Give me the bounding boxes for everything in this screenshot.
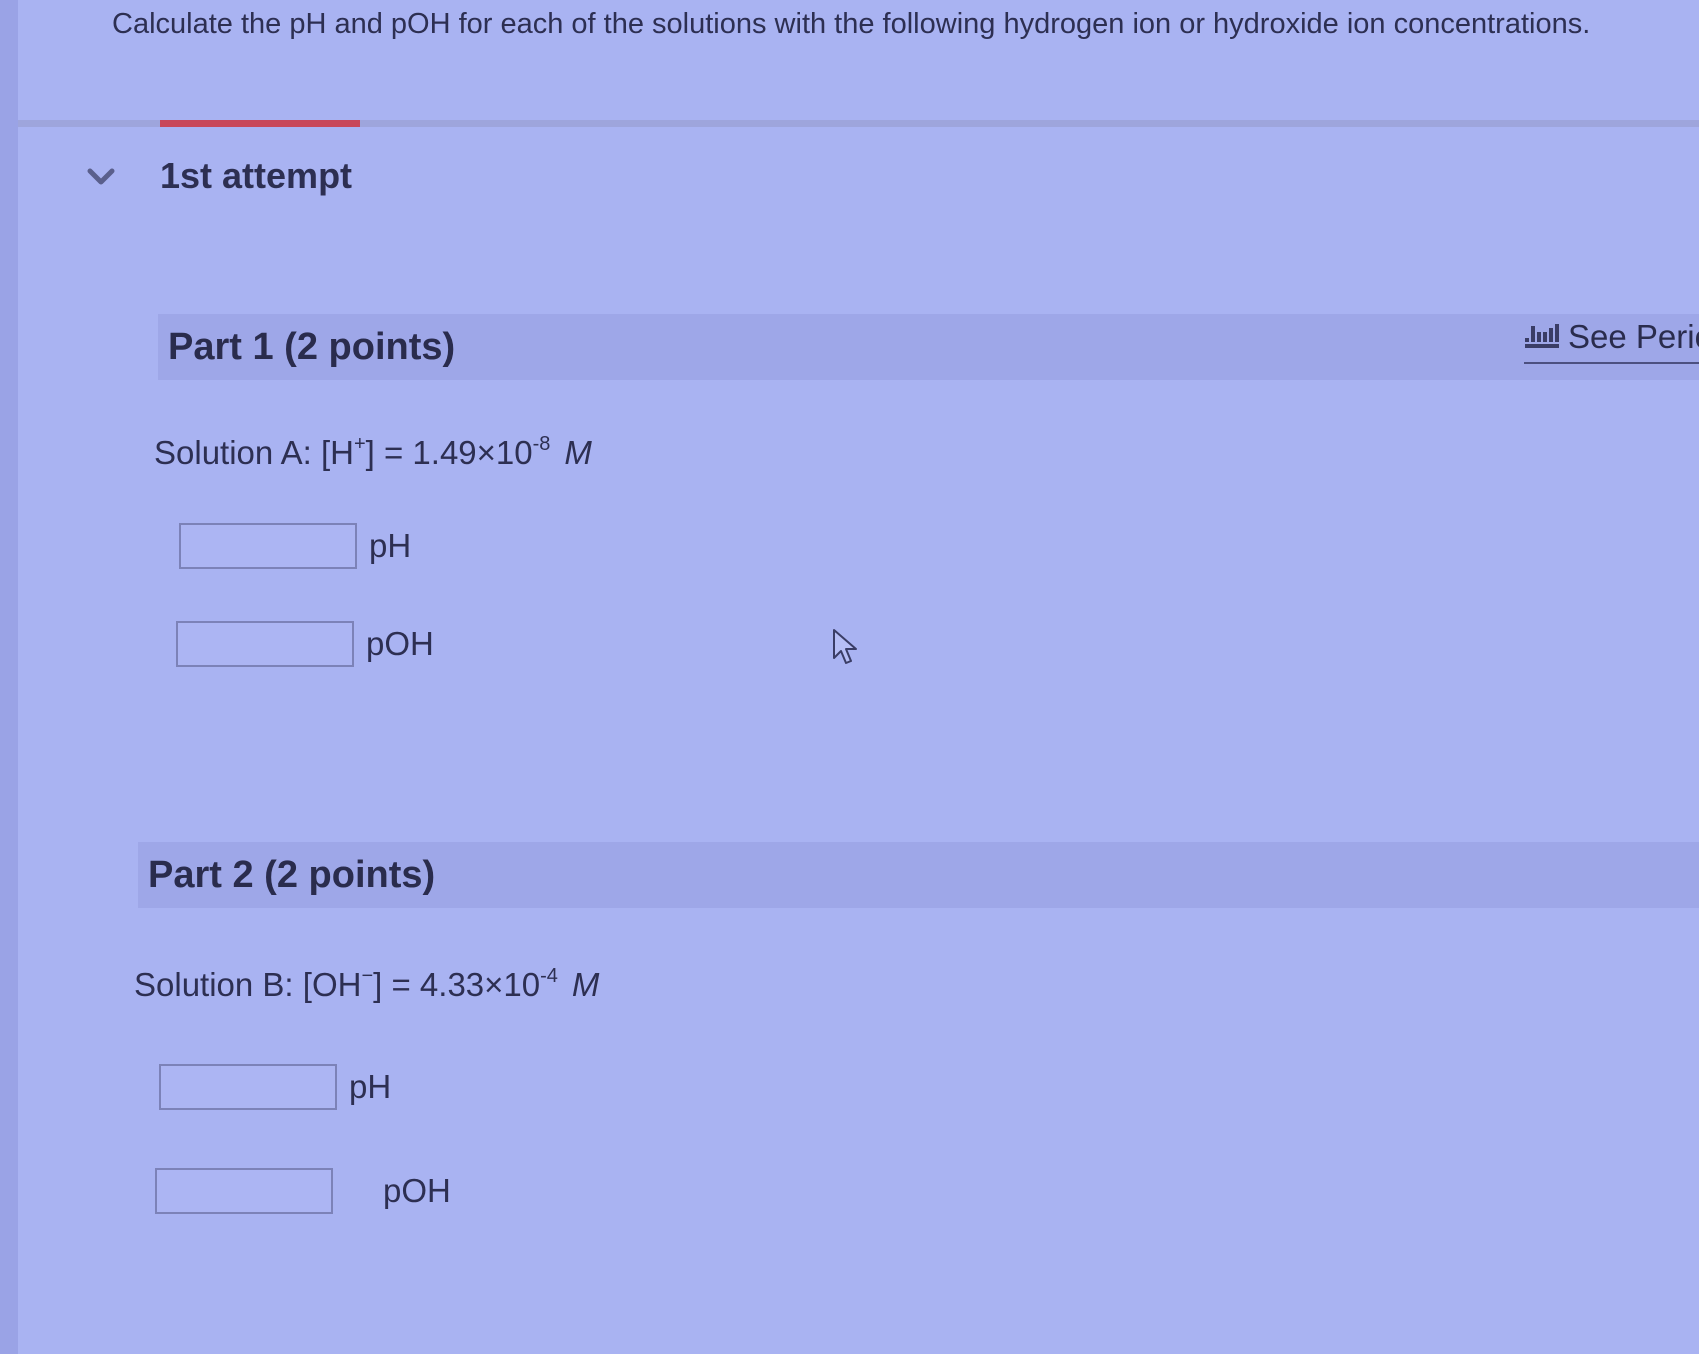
solution-a-ph-input[interactable] [179, 523, 357, 569]
periodic-table-icon [1524, 320, 1560, 355]
mouse-pointer-icon [832, 628, 860, 668]
question-text: Calculate the pH and pOH for each of the… [112, 8, 1591, 40]
solution-a-ph-label: pH [369, 527, 412, 564]
part-1-header: Part 1 (2 points) [158, 314, 1699, 380]
active-attempt-indicator [160, 120, 360, 127]
solution-b-concentration: Solution B: [OH−] = 4.33×10-4 M [134, 965, 600, 1003]
part-1-title: Part 1 (2 points) [168, 325, 456, 368]
left-edge-bar [0, 0, 18, 1354]
see-periodic-table-label: See Perio [1568, 318, 1699, 355]
part-2-header: Part 2 (2 points) [138, 842, 1699, 908]
solution-b-poh-label: pOH [383, 1172, 451, 1209]
solution-a-concentration: Solution A: [H+] = 1.49×10-8 M [154, 433, 592, 471]
chevron-down-icon[interactable] [84, 160, 118, 194]
see-periodic-table-link[interactable]: See Perio [1524, 318, 1699, 364]
solution-b-poh-input[interactable] [155, 1168, 333, 1214]
solution-b-ph-label: pH [349, 1068, 392, 1105]
solution-b-ph-input[interactable] [159, 1064, 337, 1110]
solution-a-poh-input[interactable] [176, 621, 354, 667]
solution-a-poh-row: pOH [176, 621, 434, 667]
solution-b-ph-row: pH [159, 1064, 391, 1110]
solution-a-poh-label: pOH [366, 625, 434, 662]
solution-a-ph-row: pH [179, 523, 411, 569]
solution-b-poh-row: pOH [155, 1168, 451, 1214]
attempt-title[interactable]: 1st attempt [160, 155, 352, 197]
part-2-title: Part 2 (2 points) [148, 853, 436, 896]
